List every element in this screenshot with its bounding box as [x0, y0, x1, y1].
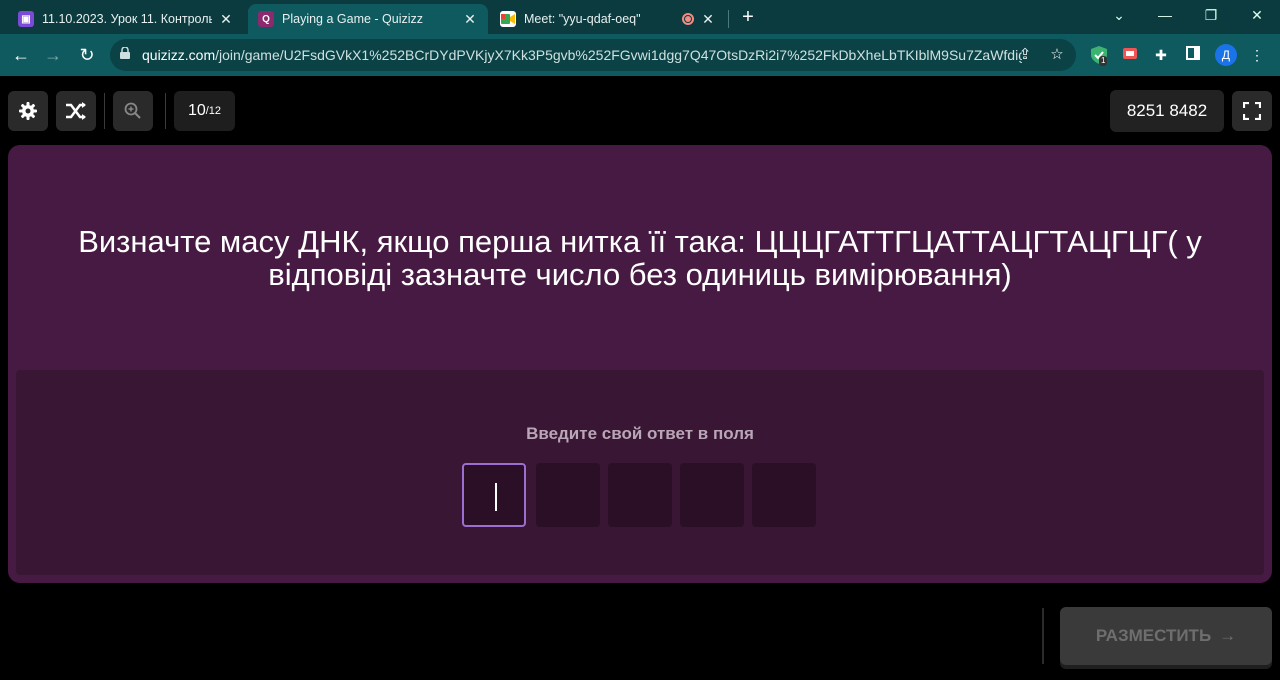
address-bar[interactable]: quizizz.com/join/game/U2FsdGVkX1%252BCrD…	[110, 39, 1076, 71]
question-counter: 10/12	[174, 91, 235, 131]
answer-digit-input[interactable]	[752, 463, 816, 527]
meet-icon	[500, 11, 516, 27]
answer-panel: Введите свой ответ в поля	[16, 370, 1264, 575]
quizizz-icon: Q	[258, 11, 274, 27]
tab-search-icon[interactable]: ⌄	[1096, 0, 1142, 32]
tab-divider	[728, 10, 729, 28]
tab-title: Playing a Game - Quizizz	[282, 12, 424, 26]
question-total: /12	[205, 105, 222, 117]
puzzle-icon[interactable]: ✚	[1152, 46, 1170, 64]
close-icon[interactable]: ✕	[462, 11, 478, 28]
fullscreen-icon	[1243, 102, 1261, 120]
tab-title: 11.10.2023. Урок 11. Контроль з	[42, 12, 212, 26]
submit-button[interactable]: РАЗМЕСТИТЬ →	[1060, 607, 1272, 665]
back-icon[interactable]: ←	[8, 42, 34, 68]
arrow-right-icon: →	[1219, 626, 1237, 645]
browser-toolbar: ← → ↻ quizizz.com/join/game/U2FsdGVkX1%2…	[0, 34, 1280, 76]
toolbar-divider	[104, 93, 105, 129]
classroom-icon: ▣	[18, 11, 34, 27]
close-window-icon[interactable]: ✕	[1234, 0, 1280, 32]
question-card: Визначте масу ДНК, якщо перша нитка її т…	[8, 145, 1272, 583]
profile-avatar[interactable]: Д	[1215, 44, 1237, 66]
new-tab-button[interactable]: +	[737, 6, 759, 28]
tab-strip: ▣ 11.10.2023. Урок 11. Контроль з ✕ Q Pl…	[0, 0, 1280, 34]
zoom-in-icon	[124, 102, 141, 119]
bookmark-star-icon[interactable]: ☆	[1048, 46, 1066, 64]
shuffle-button[interactable]	[56, 91, 96, 131]
lock-icon	[120, 47, 130, 59]
url-text: quizizz.com/join/game/U2FsdGVkX1%252BCrD…	[142, 47, 1022, 63]
close-icon[interactable]: ✕	[218, 11, 234, 28]
question-text: Визначте масу ДНК, якщо перша нитка її т…	[78, 224, 1202, 292]
side-panel-icon[interactable]	[1184, 46, 1202, 64]
gear-icon	[19, 102, 37, 120]
extension-icon[interactable]	[1121, 46, 1139, 64]
text-caret	[495, 483, 497, 511]
shuffle-icon	[66, 102, 86, 120]
minimize-icon[interactable]: —	[1142, 0, 1188, 32]
fullscreen-button[interactable]	[1232, 91, 1272, 131]
tab-meet[interactable]: Meet: "yyu-qdaf-oeq" ✕	[490, 4, 726, 34]
answer-digit-input[interactable]	[536, 463, 600, 527]
recording-icon	[682, 13, 694, 25]
shield-extension-icon[interactable]: 1	[1090, 46, 1108, 66]
answer-digit-input[interactable]	[680, 463, 744, 527]
tab-title: Meet: "yyu-qdaf-oeq"	[524, 12, 641, 26]
share-icon[interactable]: ⇪	[1016, 46, 1034, 64]
tab-quizizz[interactable]: Q Playing a Game - Quizizz ✕	[248, 4, 488, 34]
forward-icon[interactable]: →	[40, 42, 66, 68]
answer-digit-input[interactable]	[462, 463, 526, 527]
join-code: 8251 8482	[1110, 90, 1224, 132]
restore-icon[interactable]: ❐	[1188, 0, 1234, 32]
zoom-button[interactable]	[113, 91, 153, 131]
reload-icon[interactable]: ↻	[74, 42, 100, 68]
tab-classroom[interactable]: ▣ 11.10.2023. Урок 11. Контроль з ✕	[8, 4, 244, 34]
close-icon[interactable]: ✕	[700, 11, 716, 28]
question-number: 10	[187, 102, 206, 119]
answer-digit-input[interactable]	[608, 463, 672, 527]
settings-button[interactable]	[8, 91, 48, 131]
submit-divider	[1042, 608, 1044, 664]
toolbar-divider	[165, 93, 166, 129]
extension-badge: 1	[1099, 56, 1108, 66]
answer-prompt: Введите свой ответ в поля	[526, 424, 754, 443]
menu-icon[interactable]: ⋮	[1248, 46, 1266, 64]
submit-label: РАЗМЕСТИТЬ	[1095, 626, 1212, 645]
